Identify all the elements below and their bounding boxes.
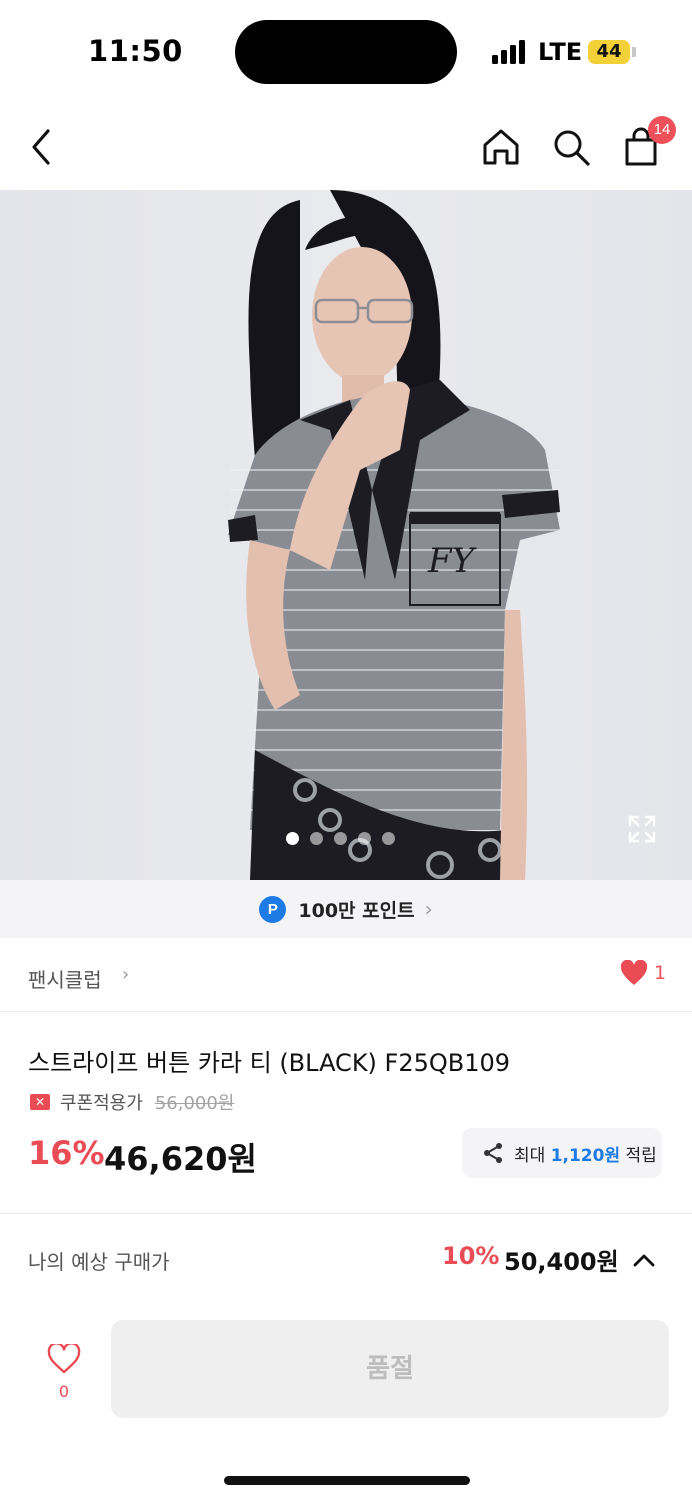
expected-price-value: 50,400원 [504,1248,619,1276]
chevron-right-icon: › [122,964,130,985]
signal-icon [492,40,528,64]
original-price: 56,000원 [154,1093,235,1114]
pager-dot[interactable] [334,832,347,845]
coupon-price-row: ✕ 쿠폰적용가 56,000원 [30,1089,234,1115]
points-label: 100만 포인트 [298,899,415,922]
soldout-button[interactable]: 품절 [111,1320,669,1418]
chevron-right-icon: › [424,897,433,921]
brand-like-button[interactable]: 1 [620,960,666,986]
pager-dot[interactable] [286,832,299,845]
pager-dot[interactable] [382,832,395,845]
expected-discount-rate: 10% [442,1242,500,1270]
heart-filled-icon [620,960,648,985]
points-icon: P [259,895,287,923]
brand-row: 팬시클럽 › 1 [0,938,692,1012]
brand-link[interactable]: 팬시클럽 [28,964,102,993]
home-button[interactable] [476,122,526,172]
discount-rate: 16% [28,1134,105,1172]
pager-dot[interactable] [310,832,323,845]
sale-price: 46,620원 [104,1140,257,1178]
image-pager [286,832,406,848]
chevron-up-icon [633,1254,655,1267]
product-photo: FY [228,190,560,880]
share-icon [484,1143,502,1163]
battery-cap [632,47,636,57]
top-nav [0,104,692,190]
dynamic-island [235,20,457,84]
pager-dot[interactable] [358,832,371,845]
wishlist-count: 0 [58,1382,70,1401]
expand-image-button[interactable] [626,813,658,845]
share-reward-text: 최대 1,120원 적립 [514,1145,657,1166]
status-bar: 11:50 LTE 44 [0,0,692,104]
points-banner[interactable]: P 100만 포인트 › [0,880,692,938]
coupon-icon: ✕ [30,1094,50,1110]
battery-icon: 44 [588,40,630,64]
product-title: 스트라이프 버튼 카라 티 (BLACK) F25QB109 [28,1049,511,1077]
section-divider [0,1213,692,1214]
expand-icon [628,815,656,843]
expected-price-toggle[interactable] [630,1246,658,1274]
coupon-label: 쿠폰적용가 [60,1093,143,1114]
share-reward-button[interactable]: 최대 1,120원 적립 [462,1128,662,1178]
product-image[interactable]: FY [0,190,692,880]
status-time: 11:50 [88,34,183,68]
wishlist-button[interactable]: 0 [40,1340,88,1406]
heart-outline-icon [47,1342,81,1374]
home-indicator [224,1476,470,1485]
expected-price-label: 나의 예상 구매가 [28,1250,170,1274]
cart-count-badge: 14 [648,116,676,144]
like-count: 1 [654,962,667,984]
back-button[interactable] [18,122,68,172]
back-icon [32,129,50,165]
carrier-label: LTE [538,38,583,66]
home-icon [483,129,519,165]
search-button[interactable] [546,122,596,172]
search-icon [554,130,590,166]
svg-text:FY: FY [427,541,478,581]
